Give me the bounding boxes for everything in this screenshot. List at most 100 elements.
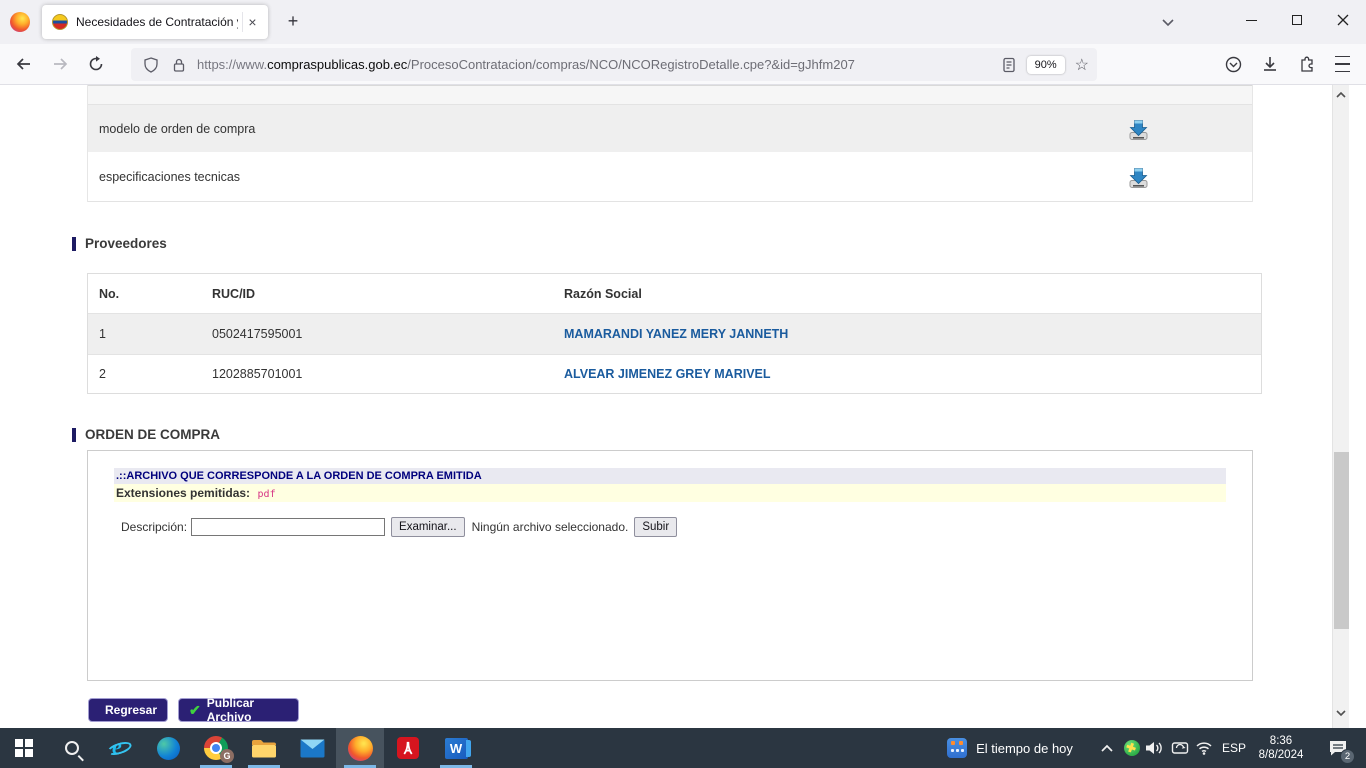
windows-logo-icon (15, 739, 33, 757)
tab-list-chevron-icon[interactable] (1160, 15, 1176, 27)
descripcion-label: Descripción: (121, 520, 187, 534)
download-file-icon[interactable] (1125, 115, 1152, 142)
browser-titlebar: Necesidades de Contratación y × + (0, 0, 1366, 44)
cast-icon (1171, 740, 1189, 756)
notification-badge: 2 (1340, 749, 1355, 764)
extensiones-value: pdf (258, 489, 276, 500)
tab-close-icon[interactable]: × (242, 12, 262, 32)
reload-button[interactable] (80, 48, 112, 80)
wifi-icon (1195, 741, 1213, 755)
upload-box: .::ARCHIVO QUE CORRESPONDE A LA ORDEN DE… (87, 450, 1253, 681)
shield-icon[interactable] (143, 57, 159, 73)
language-indicator[interactable]: ESP (1216, 728, 1252, 768)
speaker-icon (1145, 740, 1165, 756)
download-file-icon[interactable] (1125, 163, 1152, 190)
table-row: 1 0502417595001 MAMARANDI YANEZ MERY JAN… (88, 314, 1261, 354)
clock-time: 8:36 (1270, 734, 1292, 748)
scrollbar-thumb[interactable] (1334, 452, 1349, 629)
heading-bar (72, 237, 76, 251)
check-icon: ✔ (189, 702, 201, 719)
url-text: https://www.compraspublicas.gob.ec/Proce… (197, 57, 1001, 72)
ecuador-favicon-icon (52, 14, 68, 30)
taskbar-clock[interactable]: 8:36 8/8/2024 (1248, 728, 1314, 768)
tray-hidden-icons-chevron[interactable] (1094, 728, 1120, 768)
taskbar-edge-button[interactable] (144, 728, 192, 768)
taskbar-firefox-button[interactable] (336, 728, 384, 768)
firefox-logo-icon (10, 12, 30, 32)
menu-button[interactable] (1326, 48, 1358, 80)
restore-button[interactable] (1274, 0, 1320, 40)
chrome-profile-badge: G (220, 749, 234, 763)
start-button[interactable] (0, 728, 48, 768)
page-content: modelo de orden de compra especificacion… (0, 85, 1349, 728)
examinar-button[interactable]: Examinar... (391, 517, 465, 537)
cell-no: 2 (88, 367, 212, 381)
tab-title: Necesidades de Contratación y (76, 15, 238, 29)
windows-taskbar: e G (0, 728, 1366, 768)
internet-explorer-icon: e (108, 736, 132, 760)
cell-ruc: 1202885701001 (212, 367, 564, 381)
wifi-tray-icon[interactable] (1190, 728, 1218, 768)
browser-tab[interactable]: Necesidades de Contratación y × (42, 5, 268, 39)
archivo-header: .::ARCHIVO QUE CORRESPONDE A LA ORDEN DE… (114, 468, 1226, 484)
taskbar-ie-button[interactable]: e (96, 728, 144, 768)
attachment-label: modelo de orden de compra (99, 122, 255, 136)
weather-label: El tiempo de hoy (976, 741, 1073, 756)
table-row: especificaciones tecnicas (88, 152, 1252, 202)
extensiones-row: Extensiones pemitidas: pdf (114, 484, 1226, 502)
extensions-icon[interactable] (1290, 48, 1322, 80)
attachments-header-row-cutoff (88, 85, 1252, 105)
cell-no: 1 (88, 327, 212, 341)
clock-date: 8/8/2024 (1259, 748, 1304, 762)
provider-link[interactable]: MAMARANDI YANEZ MERY JANNETH (564, 327, 788, 341)
taskbar-search-button[interactable] (48, 728, 96, 768)
search-icon (65, 741, 79, 755)
word-icon: W (445, 738, 468, 759)
downloads-icon[interactable] (1254, 48, 1286, 80)
scroll-down-icon[interactable] (1333, 705, 1349, 721)
taskbar-chrome-button[interactable]: G (192, 728, 240, 768)
table-row: 2 1202885701001 ALVEAR JIMENEZ GREY MARI… (88, 354, 1261, 393)
notification-center-button[interactable]: 2 (1316, 728, 1360, 768)
descripcion-input[interactable] (191, 518, 385, 536)
bookmark-star-icon[interactable]: ☆ (1075, 55, 1089, 75)
subir-button[interactable]: Subir (634, 517, 677, 537)
no-file-text: Ningún archivo seleccionado. (472, 520, 629, 534)
weather-widget[interactable]: El tiempo de hoy (930, 728, 1090, 768)
minimize-button[interactable] (1228, 0, 1274, 40)
provider-link[interactable]: ALVEAR JIMENEZ GREY MARIVEL (564, 367, 771, 381)
pocket-icon[interactable] (1217, 48, 1249, 80)
forward-button[interactable] (44, 48, 76, 80)
table-row: modelo de orden de compra (88, 105, 1252, 152)
lock-icon[interactable] (171, 57, 187, 73)
taskbar-explorer-button[interactable] (240, 728, 288, 768)
scroll-up-icon[interactable] (1333, 87, 1349, 103)
taskbar-mail-button[interactable] (288, 728, 336, 768)
orden-heading: ORDEN DE COMPRA (72, 427, 220, 442)
taskbar-word-button[interactable]: W (432, 728, 480, 768)
url-bar[interactable]: https://www.compraspublicas.gob.ec/Proce… (131, 48, 1097, 81)
providers-header-row: No. RUC/ID Razón Social (88, 274, 1261, 314)
browser-navbar: https://www.compraspublicas.gob.ec/Proce… (0, 44, 1366, 85)
back-button[interactable] (8, 48, 40, 80)
attachments-table: modelo de orden de compra especificacion… (87, 85, 1253, 202)
column-header-razon: Razón Social (564, 287, 1261, 301)
mail-icon (300, 739, 325, 758)
publicar-archivo-button[interactable]: ✔ Publicar Archivo (178, 698, 299, 722)
weather-icon (947, 738, 967, 758)
cell-ruc: 0502417595001 (212, 327, 564, 341)
new-tab-button[interactable]: + (280, 9, 306, 35)
reader-mode-icon[interactable] (1001, 57, 1017, 73)
screen: Necesidades de Contratación y × + (0, 0, 1366, 768)
column-header-no: No. (88, 287, 212, 301)
providers-table: No. RUC/ID Razón Social 1 0502417595001 … (87, 273, 1262, 394)
window-close-button[interactable] (1320, 0, 1366, 40)
attachment-label: especificaciones tecnicas (99, 170, 240, 184)
acrobat-icon (397, 737, 419, 759)
regresar-button[interactable]: Regresar (88, 698, 168, 722)
file-explorer-icon (251, 738, 277, 759)
taskbar-acrobat-button[interactable] (384, 728, 432, 768)
zoom-level-badge[interactable]: 90% (1027, 56, 1065, 74)
proveedores-heading: Proveedores (72, 236, 167, 251)
vertical-scrollbar[interactable] (1332, 85, 1349, 728)
